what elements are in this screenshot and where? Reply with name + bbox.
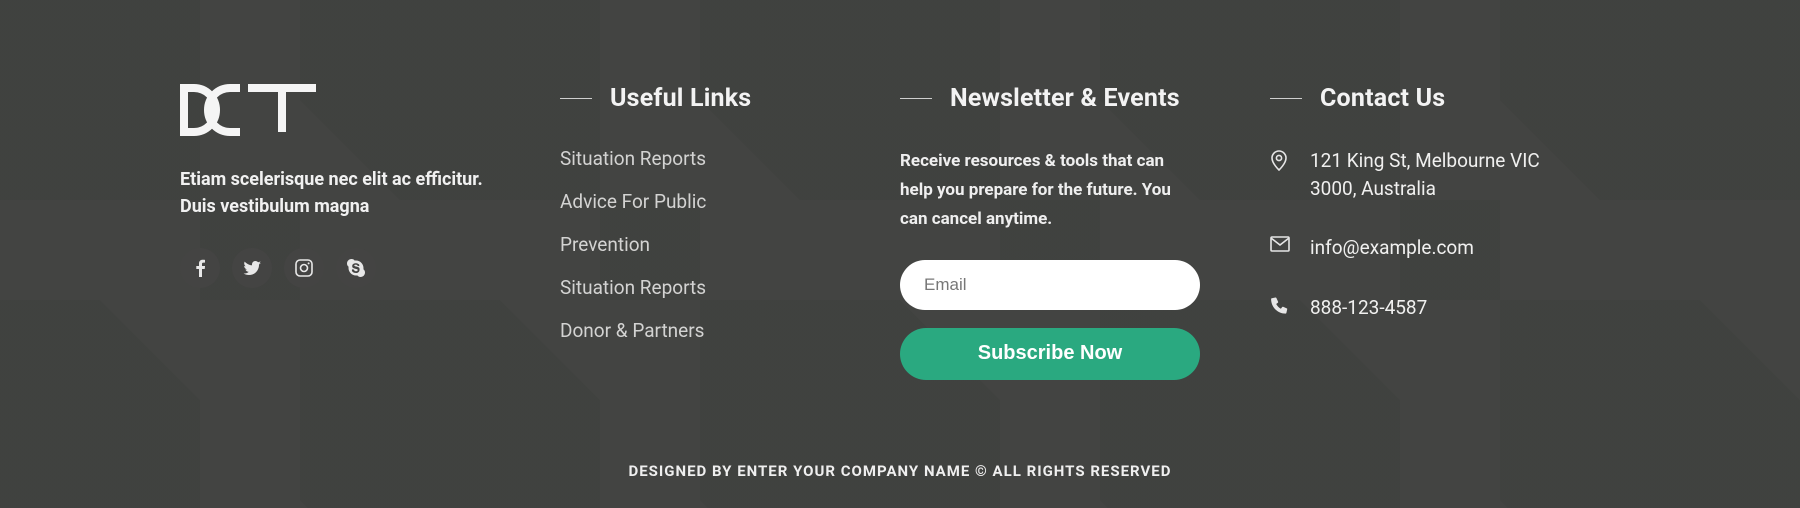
brand-logo <box>180 84 500 138</box>
link-item[interactable]: Situation Reports <box>560 276 840 299</box>
footer-col-contact: Contact Us 121 King St, Melbourne VIC 30… <box>1270 84 1570 508</box>
map-pin-icon <box>1270 149 1292 175</box>
col-title-contact: Contact Us <box>1320 84 1445 113</box>
footer-col-newsletter: Newsletter & Events Receive resources & … <box>900 84 1200 508</box>
footer-col-links: Useful Links Situation Reports Advice Fo… <box>560 84 840 508</box>
col-title-links: Useful Links <box>610 84 751 113</box>
envelope-icon <box>1270 236 1292 256</box>
tagline: Etiam scelerisque nec elit ac efficitur.… <box>180 166 500 220</box>
facebook-icon <box>196 259 205 277</box>
social-facebook[interactable] <box>180 248 220 288</box>
address-text: 121 King St, Melbourne VIC 3000, Austral… <box>1310 147 1570 202</box>
contact-address: 121 King St, Melbourne VIC 3000, Austral… <box>1270 147 1570 202</box>
link-item[interactable]: Donor & Partners <box>560 319 840 342</box>
instagram-icon <box>295 259 313 277</box>
col-head-links: Useful Links <box>560 84 840 113</box>
email-text[interactable]: info@example.com <box>1310 234 1474 262</box>
footer: Etiam scelerisque nec elit ac efficitur.… <box>0 0 1800 508</box>
footer-col-about: Etiam scelerisque nec elit ac efficitur.… <box>180 84 500 508</box>
twitter-icon <box>243 261 261 276</box>
email-input[interactable] <box>900 260 1200 310</box>
skype-icon <box>347 259 365 277</box>
social-instagram[interactable] <box>284 248 324 288</box>
contact-phone: 888-123-4587 <box>1270 294 1570 322</box>
useful-links-list: Situation Reports Advice For Public Prev… <box>560 147 840 342</box>
col-head-newsletter: Newsletter & Events <box>900 84 1200 113</box>
contact-email: info@example.com <box>1270 234 1570 262</box>
phone-text[interactable]: 888-123-4587 <box>1310 294 1427 322</box>
newsletter-description: Receive resources & tools that can help … <box>900 147 1200 234</box>
social-twitter[interactable] <box>232 248 272 288</box>
social-links <box>180 248 500 288</box>
subscribe-button[interactable]: Subscribe Now <box>900 328 1200 380</box>
copyright: Designed by Enter Your Company Name © Al… <box>0 462 1800 480</box>
heading-dash <box>1270 98 1302 99</box>
col-title-newsletter: Newsletter & Events <box>950 84 1180 113</box>
phone-icon <box>1270 296 1292 318</box>
col-head-contact: Contact Us <box>1270 84 1570 113</box>
heading-dash <box>560 98 592 99</box>
link-item[interactable]: Prevention <box>560 233 840 256</box>
link-item[interactable]: Situation Reports <box>560 147 840 170</box>
link-item[interactable]: Advice For Public <box>560 190 840 213</box>
social-skype[interactable] <box>336 248 376 288</box>
heading-dash <box>900 98 932 99</box>
